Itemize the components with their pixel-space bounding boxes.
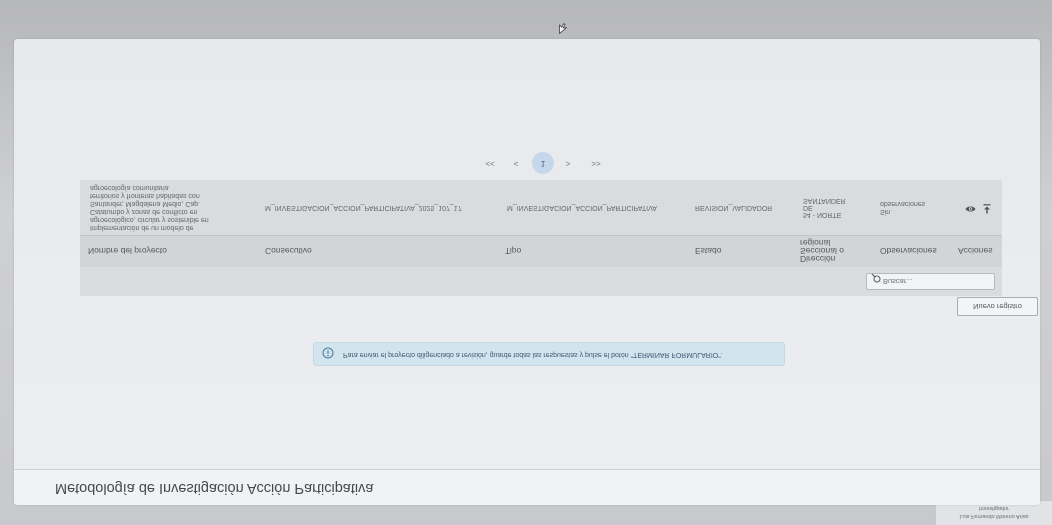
project-name-line: agroecológico, circular y sostenible en xyxy=(90,216,209,224)
cell-tipo: M_INVESTIGACION_ACCION_PARTICIPATIVA xyxy=(507,180,657,235)
column-header-label: Acciones xyxy=(958,246,993,257)
project-name-line: territorios y fronteras habitadas con xyxy=(90,192,200,200)
column-header-label: Consecutivo xyxy=(265,246,312,257)
info-alert: Para enviar el proyecto diligenciado a r… xyxy=(313,342,785,366)
new-record-button[interactable]: Nuevo registro xyxy=(957,297,1038,316)
column-header-observaciones[interactable]: Observaciones xyxy=(880,236,937,267)
eye-icon[interactable] xyxy=(965,202,976,213)
project-name-line: Santander, Magdalena Medio, Cap. xyxy=(90,200,201,208)
cell-nombre: Implementación de un modelo de agroecoló… xyxy=(90,180,209,235)
project-name: Implementación de un modelo de agroecoló… xyxy=(90,184,209,232)
search-input[interactable] xyxy=(883,274,991,289)
pagination-first[interactable]: << xyxy=(483,157,497,169)
page-title: Metodología de Investigación Acción Part… xyxy=(55,480,374,496)
project-name-line: agroecología comunitaria xyxy=(90,184,169,192)
table-header: Nombre del proyecto Consecutivo Tipo Est… xyxy=(80,235,1002,267)
photographed-screen: Luis Fernando Moreno Arias Investigador … xyxy=(0,0,1052,525)
consecutivo-value: M_INVESTIGACION_ACCION_PARTICIPATIVA_202… xyxy=(265,204,462,212)
table-panel: Nombre del proyecto Consecutivo Tipo Est… xyxy=(80,180,1002,296)
pagination-next[interactable]: > xyxy=(561,157,575,169)
search-field[interactable] xyxy=(866,273,995,290)
column-header-direccion[interactable]: Dirección Seccional o regional xyxy=(800,236,850,267)
table-row: Implementación de un modelo de agroecoló… xyxy=(80,180,1002,235)
tipo-value: M_INVESTIGACION_ACCION_PARTICIPATIVA xyxy=(507,204,657,212)
column-header-label: Nombre del proyecto xyxy=(88,246,167,257)
column-header-label: Estado xyxy=(695,246,722,257)
direccion-value: 54 - NORTE DE SANTANDER xyxy=(803,197,846,218)
column-header-nombre[interactable]: Nombre del proyecto xyxy=(88,236,167,267)
column-header-tipo[interactable]: Tipo xyxy=(505,236,521,267)
mouse-pointer-icon xyxy=(559,23,568,36)
alert-text: Para enviar el proyecto diligenciado a r… xyxy=(343,351,723,358)
cell-acciones xyxy=(965,180,998,235)
estado-value: REVISION_VALIDADOR xyxy=(695,204,773,212)
info-icon xyxy=(322,347,334,360)
project-name-line: Catatumbo y zonas de conflicto en xyxy=(90,208,198,216)
column-header-estado[interactable]: Estado xyxy=(695,236,721,267)
pagination-current-page[interactable]: 1 xyxy=(532,152,554,174)
cell-consecutivo: M_INVESTIGACION_ACCION_PARTICIPATIVA_202… xyxy=(265,180,462,235)
pagination-prev[interactable]: < xyxy=(509,157,523,169)
pagination-last[interactable]: >> xyxy=(589,157,603,169)
column-header-consecutivo[interactable]: Consecutivo xyxy=(265,236,312,267)
column-header-label: Observaciones xyxy=(880,246,937,257)
main-card: Metodología de Investigación Acción Part… xyxy=(14,39,1040,505)
observaciones-value: Sin observaciones xyxy=(880,200,926,216)
cell-estado: REVISION_VALIDADOR xyxy=(695,180,772,235)
download-icon[interactable] xyxy=(983,201,991,214)
user-name: Luis Fernando Moreno Arias xyxy=(959,513,1029,519)
column-header-label: Dirección Seccional o regional xyxy=(800,238,844,265)
user-role: Investigador xyxy=(979,505,1009,511)
column-header-acciones: Acciones xyxy=(958,236,993,267)
cell-observaciones: Sin observaciones xyxy=(880,180,932,235)
card-header: Metodología de Investigación Acción Part… xyxy=(14,469,1040,505)
search-icon xyxy=(871,273,881,286)
cell-direccion: 54 - NORTE DE SANTANDER xyxy=(803,180,851,235)
project-name-line: Implementación de un modelo de xyxy=(90,224,194,232)
column-header-label: Tipo xyxy=(505,246,522,257)
